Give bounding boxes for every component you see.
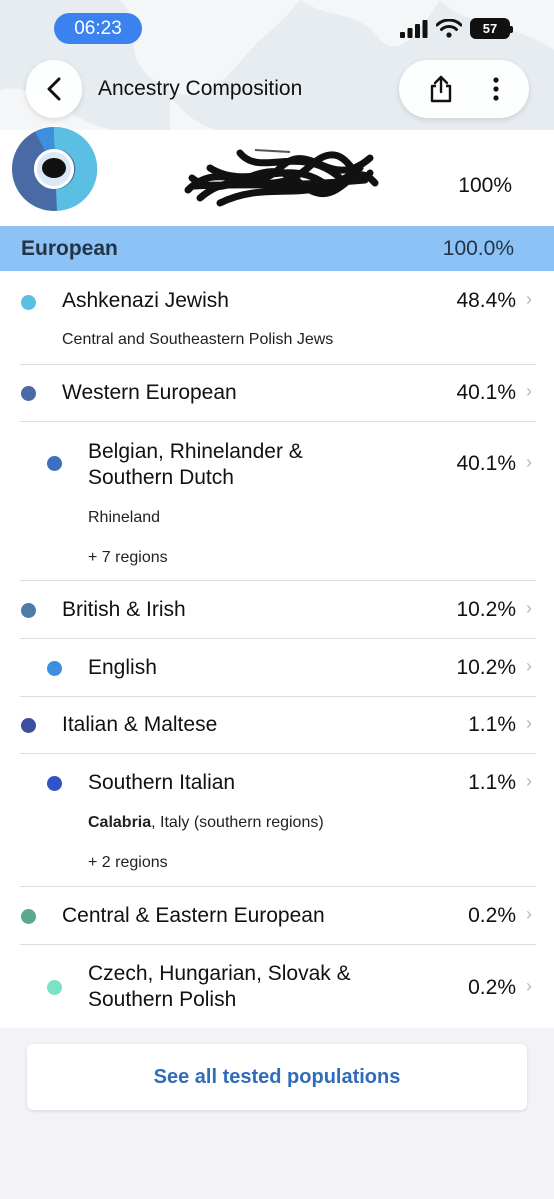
- population-row-british-irish[interactable]: British & Irish 10.2% ›: [0, 581, 554, 638]
- chevron-right-icon: ›: [526, 452, 532, 472]
- population-row-western-european[interactable]: Western European 40.1% ›: [0, 365, 554, 421]
- chevron-right-icon: ›: [526, 289, 532, 309]
- total-percent: 100%: [458, 174, 512, 197]
- status-bar: 06:23 57: [0, 0, 554, 58]
- share-icon[interactable]: [429, 75, 453, 103]
- region-header-european: European 100.0%: [0, 226, 554, 271]
- chevron-right-icon: ›: [526, 771, 532, 791]
- color-dot: [21, 386, 36, 401]
- cellular-signal-icon: [400, 19, 428, 38]
- see-all-label: See all tested populations: [153, 1065, 401, 1088]
- chevron-right-icon: ›: [526, 381, 532, 401]
- population-row-italian-maltese[interactable]: Italian & Maltese 1.1% ›: [0, 697, 554, 753]
- status-icons: 57: [400, 18, 513, 39]
- population-percent: 40.1%: [456, 381, 516, 404]
- chevron-right-icon: ›: [526, 656, 532, 676]
- population-row-belgian-rhinelander-southern-dutch[interactable]: Belgian, Rhinelander & Southern Dutch 40…: [0, 422, 554, 580]
- redacted-name-scribble: [184, 149, 379, 207]
- avatar-redacted: [42, 158, 66, 178]
- population-percent: 0.2%: [468, 976, 516, 999]
- population-name-line1: Belgian, Rhinelander &: [88, 440, 303, 463]
- population-detail: Central and Southeastern Polish Jews: [62, 331, 334, 348]
- population-percent: 1.1%: [468, 713, 516, 736]
- more-regions-link[interactable]: + 7 regions: [88, 549, 168, 567]
- color-dot: [47, 980, 62, 995]
- region-name: European: [21, 236, 118, 260]
- population-name-line1: Czech, Hungarian, Slovak &: [88, 962, 351, 985]
- population-name: English: [88, 656, 157, 679]
- population-name: Western European: [62, 381, 237, 404]
- color-dot: [21, 909, 36, 924]
- more-regions-link[interactable]: + 2 regions: [88, 854, 168, 872]
- population-percent: 40.1%: [456, 452, 516, 475]
- population-row-ashkenazi-jewish[interactable]: Ashkenazi Jewish 48.4% › Central and Sou…: [0, 271, 554, 364]
- color-dot: [21, 295, 36, 310]
- population-detail: Calabria, Italy (southern regions): [88, 814, 324, 832]
- color-dot: [21, 718, 36, 733]
- chevron-right-icon: ›: [526, 598, 532, 618]
- page-title: Ancestry Composition: [98, 77, 303, 100]
- detail-region-rest: , Italy (southern regions): [151, 814, 324, 831]
- color-dot: [47, 776, 62, 791]
- region-percent: 100.0%: [442, 236, 514, 260]
- population-name-line2: Southern Dutch: [88, 466, 234, 489]
- population-percent: 0.2%: [468, 904, 516, 927]
- color-dot: [47, 456, 62, 471]
- population-percent: 48.4%: [456, 289, 516, 312]
- color-dot: [21, 603, 36, 618]
- battery-icon: 57: [470, 18, 513, 39]
- population-name: British & Irish: [62, 598, 186, 621]
- see-all-populations-button[interactable]: See all tested populations: [27, 1044, 527, 1110]
- population-name: Central & Eastern European: [62, 904, 325, 927]
- detail-region-bold: Calabria: [88, 814, 152, 831]
- summary-row: 100%: [0, 126, 554, 226]
- nav-actions: [399, 60, 529, 118]
- population-row-czech-hungarian-slovak-southern-polish[interactable]: Czech, Hungarian, Slovak & Southern Poli…: [0, 945, 554, 1028]
- population-row-southern-italian[interactable]: Southern Italian 1.1% › Calabria, Italy …: [0, 754, 554, 886]
- population-row-central-eastern-european[interactable]: Central & Eastern European 0.2% ›: [0, 887, 554, 944]
- more-options-icon[interactable]: [492, 77, 500, 101]
- wifi-icon: [436, 19, 462, 38]
- population-percent: 1.1%: [468, 771, 516, 794]
- population-percent: 10.2%: [456, 656, 516, 679]
- chevron-right-icon: ›: [526, 976, 532, 996]
- status-time: 06:23: [54, 13, 142, 44]
- population-detail: Rhineland: [88, 509, 161, 526]
- population-name: Ashkenazi Jewish: [62, 289, 229, 312]
- population-percent: 10.2%: [456, 598, 516, 621]
- ancestry-content: 100% European 100.0% Ashkenazi Jewish 48…: [0, 126, 554, 1028]
- nav-bar: Ancestry Composition: [0, 60, 554, 120]
- color-dot: [47, 661, 62, 676]
- population-row-english[interactable]: English 10.2% ›: [0, 639, 554, 696]
- population-name-line2: Southern Polish: [88, 988, 237, 1011]
- chevron-left-icon: [47, 77, 61, 101]
- battery-level: 57: [482, 21, 498, 36]
- ancestry-donut-chart: [11, 126, 98, 212]
- chevron-right-icon: ›: [526, 713, 532, 733]
- population-name: Southern Italian: [88, 771, 236, 794]
- back-button[interactable]: [26, 60, 82, 118]
- chevron-right-icon: ›: [526, 904, 532, 924]
- population-name: Italian & Maltese: [62, 713, 218, 736]
